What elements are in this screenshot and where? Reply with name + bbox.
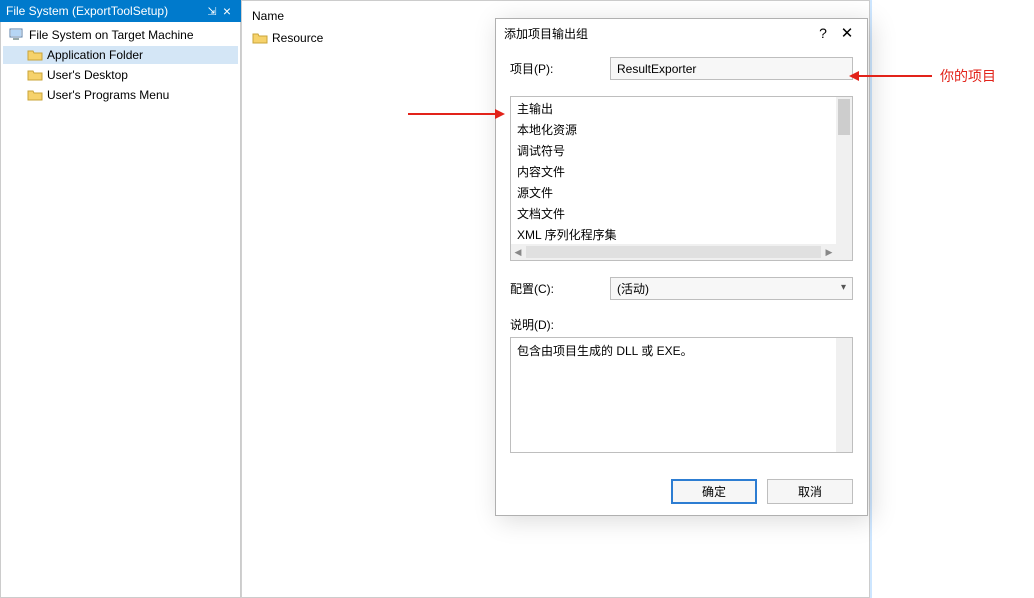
pin-icon[interactable]: ⇲ [205,5,219,18]
output-item[interactable]: 内容文件 [515,162,832,183]
description-box: 包含由项目生成的 DLL 或 EXE。 [510,337,853,453]
close-icon[interactable]: × [219,4,235,18]
config-label: 配置(C): [510,280,610,297]
tree-item-users-programs-menu[interactable]: User's Programs Menu [3,86,238,104]
output-item[interactable]: 文档文件 [515,204,832,225]
cancel-button-label: 取消 [798,483,822,500]
tree-pane: File System on Target Machine Applicatio… [0,22,241,598]
config-value: (活动) [617,280,649,297]
output-item[interactable]: XML 序列化程序集 [515,225,832,244]
scrollbar-vertical[interactable] [836,338,852,452]
output-item[interactable]: 调试符号 [515,141,832,162]
output-item[interactable]: 本地化资源 [515,120,832,141]
ok-button-label: 确定 [702,483,726,500]
tree-root[interactable]: File System on Target Machine [3,26,238,44]
project-field-row: 项目(P): ResultExporter [510,57,853,80]
output-listbox[interactable]: 主输出 本地化资源 调试符号 内容文件 源文件 文档文件 XML 序列化程序集 … [510,96,853,261]
list-item-label: Resource [272,31,323,45]
dialog-titlebar: 添加项目输出组 ? ✕ [496,19,867,47]
folder-icon [27,68,43,82]
scrollbar-thumb[interactable] [838,99,850,135]
description-label: 说明(D): [510,316,853,333]
add-output-group-dialog: 添加项目输出组 ? ✕ 项目(P): ResultExporter 主输出 本地… [495,18,868,516]
scrollbar-track[interactable] [526,246,821,258]
tree-item-application-folder[interactable]: Application Folder [3,46,238,64]
close-icon[interactable]: ✕ [835,24,859,42]
chevron-down-icon: ▾ [841,282,846,293]
tree-item-label: User's Desktop [47,68,128,82]
dialog-body: 项目(P): ResultExporter 主输出 本地化资源 调试符号 内容文… [496,47,867,467]
right-blank-pane [870,0,1034,598]
folder-icon [27,48,43,62]
tree-root-label: File System on Target Machine [29,28,194,42]
computer-icon [9,28,25,42]
dialog-footer: 确定 取消 [496,467,867,515]
output-item[interactable]: 源文件 [515,183,832,204]
scrollbar-vertical[interactable] [836,97,852,244]
dialog-title: 添加项目输出组 [504,25,811,42]
scrollbar-horizontal[interactable]: ◀ ▶ [511,244,836,260]
scroll-right-icon[interactable]: ▶ [822,247,836,258]
folder-icon [252,31,268,45]
tree-item-label: User's Programs Menu [47,88,169,102]
folder-icon [27,88,43,102]
config-field-row: 配置(C): (活动) ▾ [510,277,853,300]
output-item[interactable]: 主输出 [515,99,832,120]
help-icon[interactable]: ? [811,25,835,41]
output-listbox-inner: 主输出 本地化资源 调试符号 内容文件 源文件 文档文件 XML 序列化程序集 [511,97,836,244]
ok-button[interactable]: 确定 [671,479,757,504]
project-combo[interactable]: ResultExporter [610,57,853,80]
tree-item-label: Application Folder [47,48,143,62]
project-value: ResultExporter [617,62,696,76]
cancel-button[interactable]: 取消 [767,479,853,504]
description-text: 包含由项目生成的 DLL 或 EXE。 [517,344,693,358]
scroll-left-icon[interactable]: ◀ [511,247,525,258]
project-label: 项目(P): [510,60,610,77]
scrollbar-corner [836,244,852,260]
docked-window-title: File System (ExportToolSetup) [6,4,205,18]
tree-item-users-desktop[interactable]: User's Desktop [3,66,238,84]
docked-window-titlebar: File System (ExportToolSetup) ⇲ × [0,0,241,22]
config-combo[interactable]: (活动) ▾ [610,277,853,300]
